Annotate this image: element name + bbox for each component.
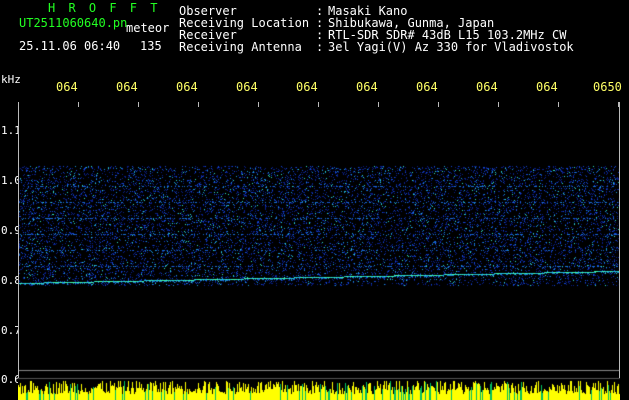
x-tick-mark	[618, 102, 619, 107]
antenna-label: Receiving Antenna	[179, 40, 302, 54]
x-tick-mark	[198, 102, 199, 107]
time-tick: 064	[356, 80, 378, 94]
time-tick: 064	[116, 80, 138, 94]
image-type-label: meteor	[126, 21, 170, 35]
image-filename: UT2511060640.pn	[19, 16, 128, 30]
time-tick: 064	[296, 80, 318, 94]
x-tick-mark	[558, 102, 559, 107]
time-tick: 064	[536, 80, 558, 94]
x-tick-mark	[498, 102, 499, 107]
time-tick: 064	[476, 80, 498, 94]
time-tick: 064	[56, 80, 78, 94]
plot-frame	[18, 102, 620, 378]
x-tick-mark	[78, 102, 79, 107]
app-title: H R O F F T	[48, 1, 161, 15]
x-tick-mark	[438, 102, 439, 107]
time-tick: 064	[236, 80, 258, 94]
y-axis-unit: kHz	[1, 73, 21, 86]
x-tick-mark	[318, 102, 319, 107]
time-tick: 064	[176, 80, 198, 94]
time-tick: 064	[416, 80, 438, 94]
x-tick-mark	[378, 102, 379, 107]
time-tick: 0650	[593, 80, 622, 94]
observation-datetime: 25.11.06 06:40	[19, 39, 121, 53]
x-tick-mark	[258, 102, 259, 107]
info-separator: :	[316, 40, 324, 54]
echo-count: 135	[140, 39, 162, 53]
x-tick-mark	[138, 102, 139, 107]
antenna-value: 3el Yagi(V) Az 330 for Vladivostok	[328, 40, 574, 54]
